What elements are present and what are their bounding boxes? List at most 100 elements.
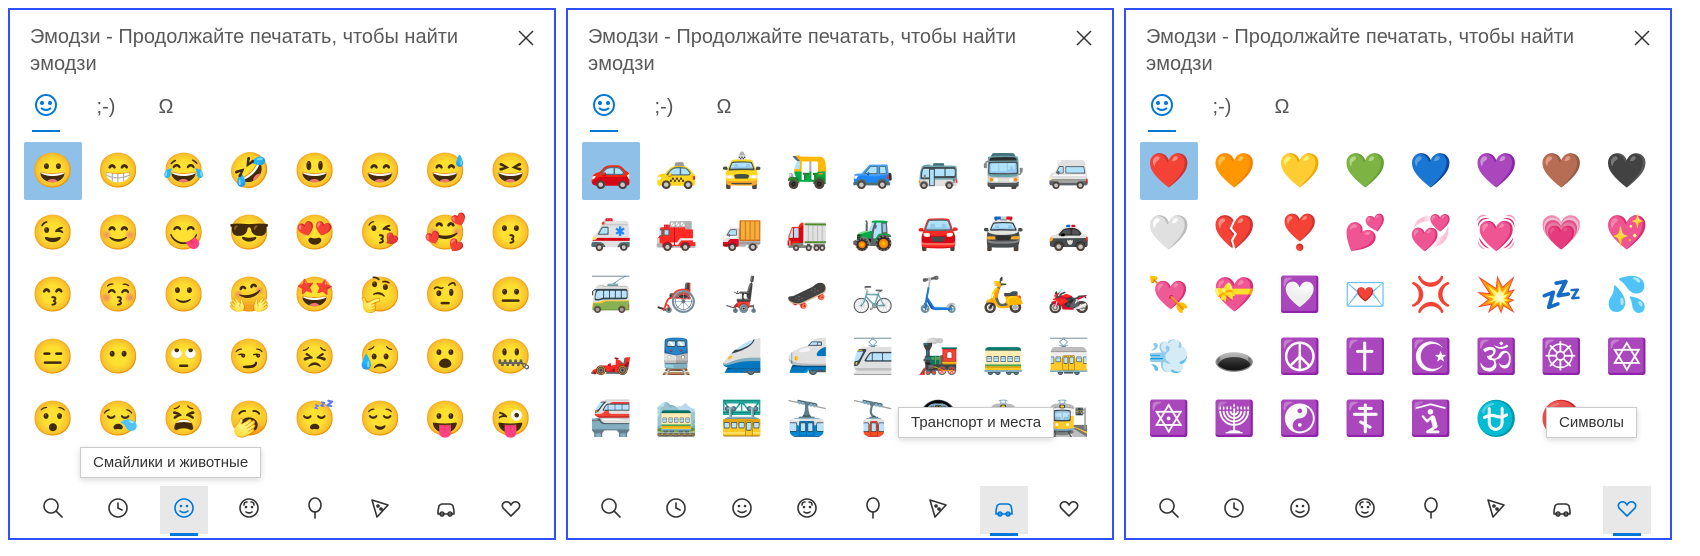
- emoji-cell[interactable]: 🤔: [351, 266, 409, 324]
- tab-symbols[interactable]: Ω: [708, 92, 740, 132]
- emoji-cell[interactable]: 🛴: [909, 266, 967, 324]
- category-search[interactable]: [1145, 486, 1193, 534]
- emoji-cell[interactable]: ☸️: [1533, 328, 1591, 386]
- emoji-cell[interactable]: 🤗: [220, 266, 278, 324]
- emoji-cell[interactable]: 😏: [220, 328, 278, 386]
- emoji-cell[interactable]: 😂: [155, 142, 213, 200]
- emoji-cell[interactable]: 💥: [1467, 266, 1525, 324]
- emoji-cell[interactable]: 🚈: [844, 328, 902, 386]
- category-people[interactable]: [783, 486, 831, 534]
- emoji-cell[interactable]: 🚙: [844, 142, 902, 200]
- emoji-cell[interactable]: 🥱: [220, 390, 278, 448]
- emoji-cell[interactable]: 💝: [1205, 266, 1263, 324]
- close-icon[interactable]: [1070, 24, 1098, 52]
- category-smileys[interactable]: [1276, 486, 1324, 534]
- category-celebration[interactable]: [849, 486, 897, 534]
- category-transport[interactable]: [980, 486, 1028, 534]
- emoji-cell[interactable]: 😯: [24, 390, 82, 448]
- emoji-cell[interactable]: 🤎: [1533, 142, 1591, 200]
- emoji-cell[interactable]: 💕: [1336, 204, 1394, 262]
- emoji-cell[interactable]: ☯️: [1271, 390, 1329, 448]
- emoji-cell[interactable]: 😶: [89, 328, 147, 386]
- emoji-cell[interactable]: 😎: [220, 204, 278, 262]
- category-symbols[interactable]: [1045, 486, 1093, 534]
- emoji-cell[interactable]: 😮: [417, 328, 475, 386]
- emoji-cell[interactable]: 💘: [1140, 266, 1198, 324]
- emoji-cell[interactable]: 🚚: [713, 204, 771, 262]
- emoji-cell[interactable]: 🚒: [647, 204, 705, 262]
- emoji-cell[interactable]: 🚄: [713, 328, 771, 386]
- emoji-cell[interactable]: 🚐: [1040, 142, 1098, 200]
- emoji-cell[interactable]: 😛: [417, 390, 475, 448]
- emoji-cell[interactable]: 😗: [482, 204, 540, 262]
- emoji-cell[interactable]: 😅: [417, 142, 475, 200]
- tab-kaomoji[interactable]: ;-): [1206, 92, 1238, 132]
- emoji-cell[interactable]: 🚆: [647, 328, 705, 386]
- emoji-cell[interactable]: 🛺: [778, 142, 836, 200]
- emoji-cell[interactable]: 💗: [1533, 204, 1591, 262]
- emoji-cell[interactable]: 😜: [482, 390, 540, 448]
- category-transport[interactable]: [1538, 486, 1586, 534]
- emoji-cell[interactable]: 🤐: [482, 328, 540, 386]
- emoji-cell[interactable]: 🤣: [220, 142, 278, 200]
- category-people[interactable]: [1341, 486, 1389, 534]
- tab-symbols[interactable]: Ω: [1266, 92, 1298, 132]
- emoji-cell[interactable]: 🦽: [647, 266, 705, 324]
- category-food[interactable]: [914, 486, 962, 534]
- emoji-cell[interactable]: 🚡: [844, 390, 902, 448]
- emoji-cell[interactable]: 🚎: [582, 266, 640, 324]
- emoji-cell[interactable]: 🚠: [778, 390, 836, 448]
- category-celebration[interactable]: [291, 486, 339, 534]
- tab-symbols[interactable]: Ω: [150, 92, 182, 132]
- emoji-cell[interactable]: 😊: [89, 204, 147, 262]
- emoji-cell[interactable]: 😀: [24, 142, 82, 200]
- emoji-cell[interactable]: 🚛: [778, 204, 836, 262]
- emoji-cell[interactable]: ☮️: [1271, 328, 1329, 386]
- tab-kaomoji[interactable]: ;-): [648, 92, 680, 132]
- emoji-cell[interactable]: 😍: [286, 204, 344, 262]
- emoji-cell[interactable]: 💖: [1598, 204, 1656, 262]
- emoji-cell[interactable]: ☪️: [1402, 328, 1460, 386]
- emoji-cell[interactable]: ❣️: [1271, 204, 1329, 262]
- emoji-cell[interactable]: 🚝: [582, 390, 640, 448]
- emoji-cell[interactable]: ❤️: [1140, 142, 1198, 200]
- emoji-cell[interactable]: 😴: [286, 390, 344, 448]
- emoji-cell[interactable]: 🖤: [1598, 142, 1656, 200]
- emoji-cell[interactable]: 🚖: [713, 142, 771, 200]
- category-recent[interactable]: [94, 486, 142, 534]
- emoji-cell[interactable]: 🚌: [909, 142, 967, 200]
- emoji-cell[interactable]: 🚟: [713, 390, 771, 448]
- emoji-cell[interactable]: 🚅: [778, 328, 836, 386]
- emoji-cell[interactable]: 😚: [89, 266, 147, 324]
- emoji-cell[interactable]: 🏍️: [1040, 266, 1098, 324]
- emoji-cell[interactable]: 🕉️: [1467, 328, 1525, 386]
- emoji-cell[interactable]: 🦼: [713, 266, 771, 324]
- emoji-cell[interactable]: 🧡: [1205, 142, 1263, 200]
- emoji-cell[interactable]: 🕳️: [1205, 328, 1263, 386]
- emoji-cell[interactable]: ☦️: [1336, 390, 1394, 448]
- emoji-cell[interactable]: ✝️: [1336, 328, 1394, 386]
- emoji-cell[interactable]: 💟: [1271, 266, 1329, 324]
- emoji-cell[interactable]: 💞: [1402, 204, 1460, 262]
- category-symbols[interactable]: [1603, 486, 1651, 534]
- category-symbols[interactable]: [487, 486, 535, 534]
- emoji-cell[interactable]: 🙄: [155, 328, 213, 386]
- tab-emoji[interactable]: [588, 92, 620, 132]
- category-smileys[interactable]: [718, 486, 766, 534]
- emoji-cell[interactable]: 🙂: [155, 266, 213, 324]
- category-celebration[interactable]: [1407, 486, 1455, 534]
- emoji-cell[interactable]: 😄: [351, 142, 409, 200]
- category-transport[interactable]: [422, 486, 470, 534]
- emoji-cell[interactable]: 🚕: [647, 142, 705, 200]
- emoji-cell[interactable]: 💨: [1140, 328, 1198, 386]
- emoji-cell[interactable]: 🚍: [975, 142, 1033, 200]
- emoji-cell[interactable]: 😣: [286, 328, 344, 386]
- emoji-cell[interactable]: 😋: [155, 204, 213, 262]
- emoji-cell[interactable]: 💢: [1402, 266, 1460, 324]
- emoji-cell[interactable]: 😌: [351, 390, 409, 448]
- emoji-cell[interactable]: 🚔: [975, 204, 1033, 262]
- close-icon[interactable]: [1628, 24, 1656, 52]
- category-smileys[interactable]: [160, 486, 208, 534]
- emoji-cell[interactable]: 🚓: [1040, 204, 1098, 262]
- emoji-cell[interactable]: 😃: [286, 142, 344, 200]
